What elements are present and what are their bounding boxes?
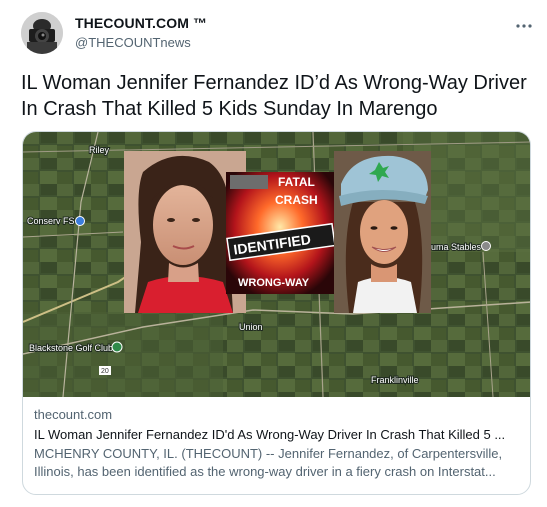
map-pin-icon <box>75 216 85 226</box>
map-label-stables: uma Stables <box>431 242 482 252</box>
more-options-button[interactable] <box>515 16 533 34</box>
satellite-map-image: Riley Conserv FS Union Blackstone Golf C… <box>23 132 530 397</box>
link-card[interactable]: Riley Conserv FS Union Blackstone Golf C… <box>22 131 531 495</box>
map-label-blackstone: Blackstone Golf Club <box>29 343 113 353</box>
road-shield-label: 20 <box>101 368 109 375</box>
avatar-photographer-icon <box>21 12 63 54</box>
map-label-franklinville: Franklinville <box>371 375 419 385</box>
tweet[interactable]: THECOUNT.COM ™ @THECOUNTnews IL Woman Je… <box>0 0 547 507</box>
map-pin-icon <box>481 241 491 251</box>
author-handle[interactable]: @THECOUNTnews <box>75 35 207 50</box>
link-card-meta[interactable]: thecount.com IL Woman Jennifer Fernandez… <box>34 406 524 481</box>
map-label-conserv: Conserv FS <box>27 216 75 226</box>
author-info[interactable]: THECOUNT.COM ™ @THECOUNTnews <box>75 15 207 50</box>
badge-fatal: FATAL <box>278 175 315 189</box>
badge-crash: CRASH <box>275 193 318 207</box>
link-card-title[interactable]: IL Woman Jennifer Fernandez ID'd As Wron… <box>34 426 522 444</box>
link-card-description-line1: MCHENRY COUNTY, IL. (THECOUNT) -- Jennif… <box>34 446 503 461</box>
link-card-domain: thecount.com <box>34 407 113 422</box>
fatal-crash-badge: FATAL CRASH IDENTIFIED WRONG-WAY <box>226 172 336 294</box>
link-card-image[interactable]: Riley Conserv FS Union Blackstone Golf C… <box>23 132 530 397</box>
author-display-name[interactable]: THECOUNT.COM ™ <box>75 15 207 31</box>
map-label-riley: Riley <box>89 145 110 155</box>
link-card-description-line2: Illinois, has been identified as the wro… <box>34 464 496 479</box>
portrait-photo-right <box>334 151 431 313</box>
tweet-text: IL Woman Jennifer Fernandez ID’d As Wron… <box>21 72 527 120</box>
link-card-description: MCHENRY COUNTY, IL. (THECOUNT) -- Jennif… <box>34 445 522 481</box>
more-horizontal-icon <box>516 24 532 28</box>
map-label-union: Union <box>239 322 263 332</box>
author-avatar[interactable] <box>21 12 63 54</box>
badge-wrong-way: WRONG-WAY <box>238 277 310 289</box>
golf-pin-icon <box>111 341 123 353</box>
